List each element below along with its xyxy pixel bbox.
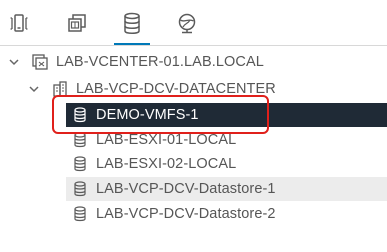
- tab-networking[interactable]: [172, 12, 202, 42]
- vcenter-icon: [32, 54, 48, 70]
- hosts-clusters-icon: [8, 12, 30, 34]
- tree-node-label: LAB-ESXI-01-LOCAL: [96, 132, 237, 148]
- navigator-tab-bar: [0, 0, 387, 46]
- chevron-down-icon[interactable]: [8, 56, 20, 68]
- callout-highlight-box: [52, 95, 269, 134]
- tree-node-label: LAB-VCP-DCV-Datastore-1: [96, 181, 276, 197]
- network-globe-icon: [176, 12, 198, 34]
- datastore-icon: [72, 181, 88, 197]
- tab-storage[interactable]: [117, 12, 147, 42]
- datastore-icon: [72, 156, 88, 172]
- tab-vms-and-templates[interactable]: [62, 12, 92, 42]
- tab-bar-divider: [0, 45, 387, 46]
- datastore-icon: [72, 132, 88, 148]
- tree-node-datastore-lab-esxi-02-local[interactable]: LAB-ESXI-02-LOCAL: [0, 152, 387, 176]
- chevron-down-icon[interactable]: [28, 83, 40, 95]
- tab-hosts-and-clusters[interactable]: [4, 12, 34, 42]
- tree-node-datastore-lab-vcp-dcv-datastore-2[interactable]: LAB-VCP-DCV-Datastore-2: [0, 202, 387, 226]
- tree-node-vcenter[interactable]: LAB-VCENTER-01.LAB.LOCAL: [0, 50, 387, 74]
- datastore-icon: [72, 206, 88, 222]
- tree-node-datastore-lab-vcp-dcv-datastore-1[interactable]: LAB-VCP-DCV-Datastore-1: [66, 177, 387, 201]
- tree-node-label: LAB-VCENTER-01.LAB.LOCAL: [56, 54, 264, 70]
- tree-node-label: LAB-VCP-DCV-Datastore-2: [96, 206, 276, 222]
- database-icon: [121, 12, 143, 36]
- tree-node-label: LAB-ESXI-02-LOCAL: [96, 156, 237, 172]
- vms-templates-icon: [66, 12, 88, 34]
